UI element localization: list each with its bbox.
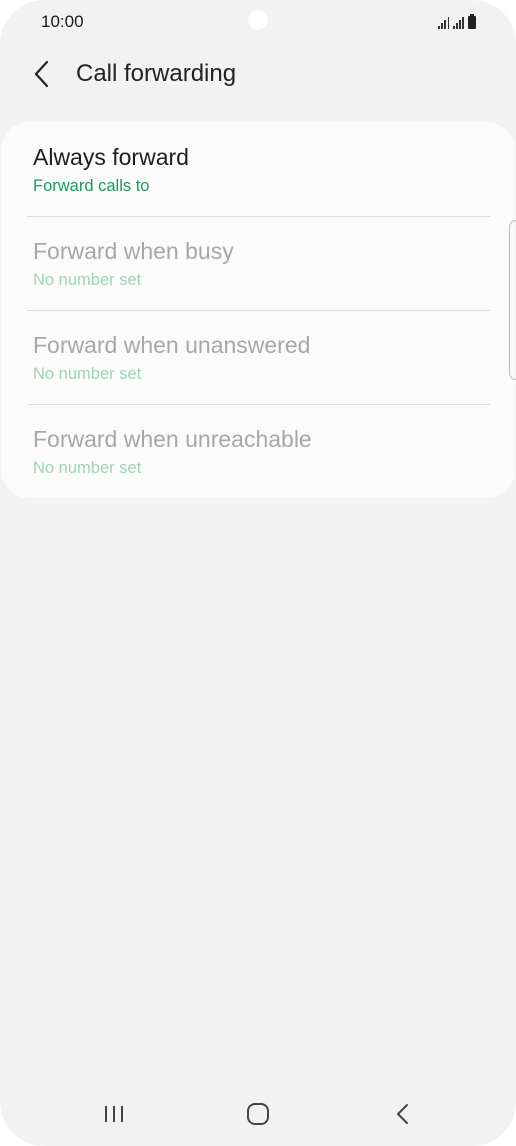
phone-screen: 10:00 Call forwarding Always forward For… xyxy=(0,0,516,1146)
option-forward-when-busy[interactable]: Forward when busy No number set xyxy=(1,216,515,310)
option-title: Forward when unanswered xyxy=(33,332,311,358)
signal-icon xyxy=(453,17,464,29)
option-forward-when-unanswered[interactable]: Forward when unanswered No number set xyxy=(1,310,515,404)
page-title: Call forwarding xyxy=(76,60,237,87)
status-time: 10:00 xyxy=(41,12,84,31)
option-title: Always forward xyxy=(33,144,189,170)
home-icon[interactable] xyxy=(238,1096,278,1132)
chevron-left-icon[interactable] xyxy=(28,58,56,90)
back-icon[interactable] xyxy=(383,1096,423,1132)
recents-icon[interactable] xyxy=(94,1096,134,1132)
option-subtitle: Forward calls to xyxy=(33,177,150,195)
status-icons xyxy=(438,13,476,29)
signal-icon xyxy=(438,17,450,29)
app-header: Call forwarding xyxy=(0,48,516,104)
status-bar: 10:00 xyxy=(0,0,516,44)
option-title: Forward when unreachable xyxy=(33,426,312,452)
scrollbar[interactable] xyxy=(509,220,516,380)
option-subtitle: No number set xyxy=(33,365,142,383)
option-title: Forward when busy xyxy=(33,238,234,264)
option-forward-when-unreachable[interactable]: Forward when unreachable No number set xyxy=(1,404,515,498)
camera-cutout xyxy=(248,10,268,30)
navigation-bar xyxy=(0,1086,516,1142)
option-subtitle: No number set xyxy=(33,459,142,477)
option-always-forward[interactable]: Always forward Forward calls to xyxy=(1,122,515,216)
forwarding-options-card: Always forward Forward calls to Forward … xyxy=(1,122,515,498)
battery-icon xyxy=(468,14,476,29)
option-subtitle: No number set xyxy=(33,271,142,289)
